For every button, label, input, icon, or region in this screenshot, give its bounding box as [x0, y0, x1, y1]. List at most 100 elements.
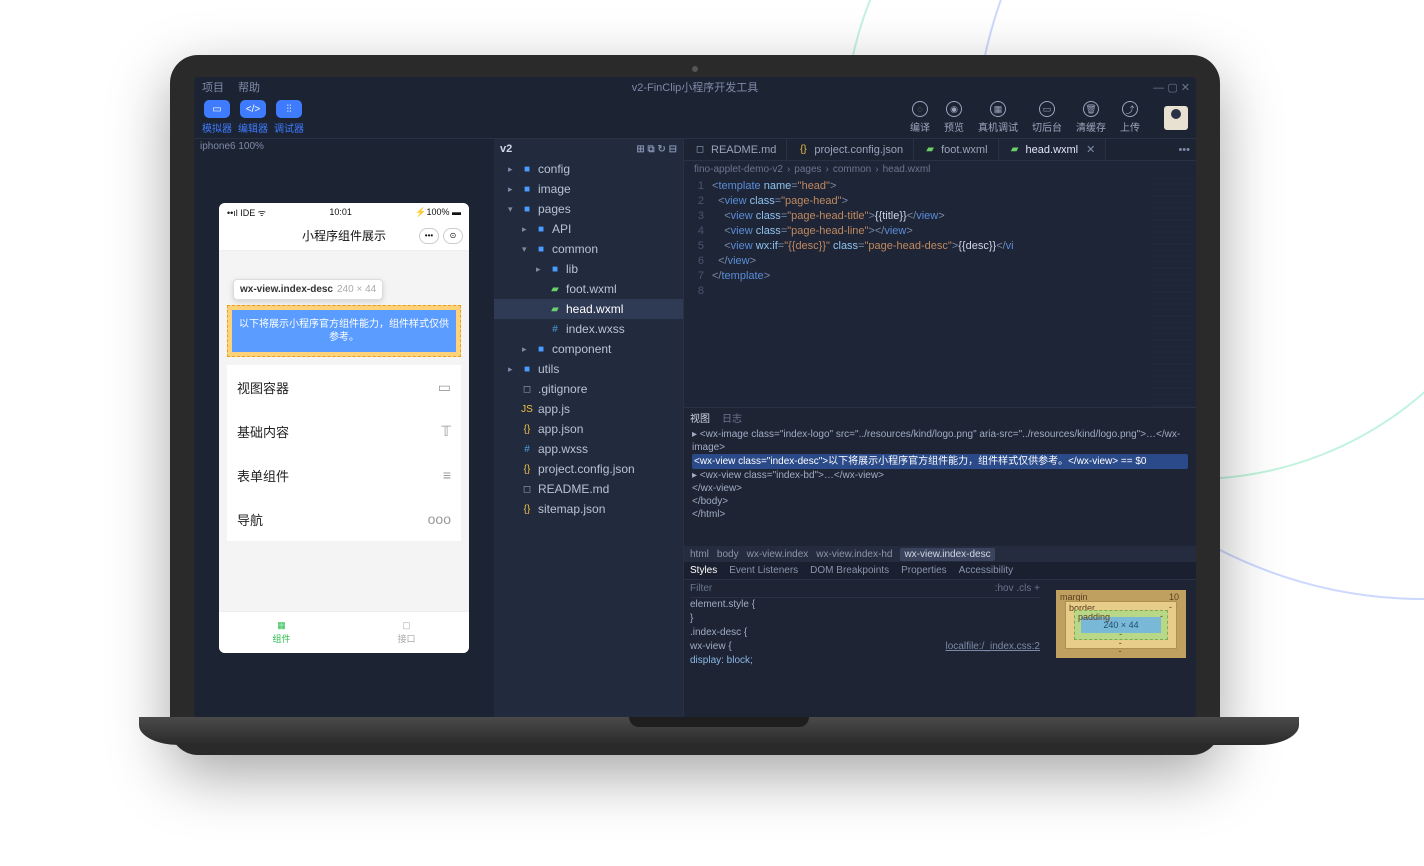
- editor-tab[interactable]: ▰head.wxml✕: [999, 139, 1107, 160]
- mode-simulator[interactable]: ▭模拟器: [202, 100, 232, 135]
- tree-node[interactable]: #index.wxss: [494, 319, 683, 339]
- breadcrumb-item[interactable]: fino-applet-demo-v2: [694, 164, 783, 175]
- file-explorer: v2 ⊞ ⧉ ↻ ⊟ ▸■config▸■image▾■pages▸■API▾■…: [494, 139, 684, 717]
- highlighted-element[interactable]: 以下将展示小程序官方组件能力，组件样式仅供参考。: [227, 305, 461, 357]
- ide-toolbar: ▭模拟器 </>编辑器 ⫶⫶调试器 ◌编译 ◉预览 ▦真机调试 ▭切后台 🗑清缓…: [194, 97, 1196, 139]
- laptop-bezel: 项目 帮助 v2-FinClip小程序开发工具 — ▢ ✕ ▭模拟器 </>编辑…: [170, 55, 1220, 755]
- inspect-tooltip: wx-view.index-desc240 × 44: [233, 279, 383, 300]
- devtools-subtab[interactable]: Styles: [690, 565, 717, 576]
- window-title: v2-FinClip小程序开发工具: [632, 79, 759, 95]
- dom-breadcrumbs: html body wx-view.index wx-view.index-hd wx-…: [684, 546, 1196, 562]
- tree-node[interactable]: ▸■component: [494, 339, 683, 359]
- tool-remote-debug[interactable]: ▦真机调试: [978, 101, 1018, 134]
- devtools-subtab[interactable]: Properties: [901, 565, 947, 576]
- phone-body: wx-view.index-desc240 × 44 以下将展示小程序官方组件能…: [219, 251, 469, 611]
- tree-node[interactable]: {}project.config.json: [494, 459, 683, 479]
- tree-node[interactable]: JSapp.js: [494, 399, 683, 419]
- user-avatar[interactable]: [1164, 106, 1188, 130]
- tool-clear-cache[interactable]: 🗑清缓存: [1076, 101, 1106, 134]
- dom-crumb[interactable]: wx-view.index-hd: [816, 549, 892, 560]
- tree-node[interactable]: ◻README.md: [494, 479, 683, 499]
- tree-node[interactable]: ▰foot.wxml: [494, 279, 683, 299]
- styles-panel[interactable]: Filter :hov .cls + element.style {}.inde…: [684, 580, 1046, 717]
- grid-icon: ▦: [277, 620, 286, 631]
- dom-crumb[interactable]: body: [717, 549, 739, 560]
- breadcrumb-item[interactable]: pages: [794, 164, 821, 175]
- capsule-menu-icon[interactable]: •••: [419, 228, 439, 244]
- ide-menubar: 项目 帮助 v2-FinClip小程序开发工具 — ▢ ✕: [194, 77, 1196, 97]
- editor-tab[interactable]: ◻README.md: [684, 139, 787, 160]
- mode-debugger[interactable]: ⫶⫶调试器: [274, 100, 304, 135]
- phone-list-item[interactable]: 视图容器▭: [227, 365, 461, 409]
- tree-node[interactable]: ▾■common: [494, 239, 683, 259]
- tab-api[interactable]: ▢接口: [344, 612, 469, 653]
- tree-node[interactable]: ▸■utils: [494, 359, 683, 379]
- phone-navbar: 小程序组件展示 ••• ⊙: [219, 221, 469, 251]
- dt-tab-view[interactable]: 视图: [690, 410, 710, 425]
- editor-tab[interactable]: ▰foot.wxml: [914, 139, 998, 160]
- dom-node[interactable]: </html>: [692, 508, 1188, 521]
- menu-help[interactable]: 帮助: [238, 79, 260, 95]
- phone-list-item[interactable]: 基础内容𝕋: [227, 409, 461, 453]
- devtools-subtab[interactable]: Accessibility: [959, 565, 1013, 576]
- mode-editor[interactable]: </>编辑器: [238, 100, 268, 135]
- tool-preview[interactable]: ◉预览: [944, 101, 964, 134]
- ide-screen: 项目 帮助 v2-FinClip小程序开发工具 — ▢ ✕ ▭模拟器 </>编辑…: [194, 77, 1196, 717]
- dom-tree[interactable]: ▸ <wx-image class="index-logo" src="../r…: [684, 426, 1196, 546]
- tree-node[interactable]: ▸■lib: [494, 259, 683, 279]
- dom-node[interactable]: ▸ <wx-view class="index-bd">…</wx-view>: [692, 469, 1188, 482]
- dom-node[interactable]: </wx-view>: [692, 482, 1188, 495]
- window-controls[interactable]: — ▢ ✕: [1153, 81, 1190, 94]
- dom-crumb[interactable]: wx-view.index: [747, 549, 809, 560]
- dom-node[interactable]: </body>: [692, 495, 1188, 508]
- tab-component[interactable]: ▦组件: [219, 612, 344, 653]
- phone-list-item[interactable]: 导航ooo: [227, 497, 461, 541]
- tree-node[interactable]: ▾■pages: [494, 199, 683, 219]
- dom-crumb[interactable]: wx-view.index-desc: [900, 548, 994, 561]
- code-editor[interactable]: 1<template name="head">2 <view class="pa…: [684, 177, 1196, 407]
- styles-filter-controls[interactable]: :hov .cls +: [995, 582, 1040, 596]
- tree-node[interactable]: ◻.gitignore: [494, 379, 683, 399]
- phone-title: 小程序组件展示: [302, 227, 386, 244]
- tabs-overflow[interactable]: •••: [1172, 139, 1196, 160]
- laptop-mockup: 项目 帮助 v2-FinClip小程序开发工具 — ▢ ✕ ▭模拟器 </>编辑…: [170, 55, 1220, 795]
- editor-tabs: ◻README.md{}project.config.json▰foot.wxm…: [684, 139, 1196, 161]
- phone-statusbar: ••ıl IDE ᯤ10:01⚡100% ▬: [219, 203, 469, 221]
- breadcrumb-item[interactable]: head.wxml: [883, 164, 931, 175]
- devtools-panel: 视图 日志 ▸ <wx-image class="index-logo" src…: [684, 407, 1196, 717]
- dom-node[interactable]: ▸ <wx-image class="index-logo" src="../r…: [692, 428, 1188, 454]
- tree-node[interactable]: {}sitemap.json: [494, 499, 683, 519]
- tool-upload[interactable]: ⤴上传: [1120, 101, 1140, 134]
- phone-tabbar: ▦组件 ▢接口: [219, 611, 469, 653]
- tree-node[interactable]: ▰head.wxml: [494, 299, 683, 319]
- tree-node[interactable]: ▸■image: [494, 179, 683, 199]
- editor-breadcrumbs: fino-applet-demo-v2 › pages › common › h…: [684, 161, 1196, 177]
- camera-dot: [692, 66, 698, 72]
- phone-frame: ••ıl IDE ᯤ10:01⚡100% ▬ 小程序组件展示 ••• ⊙ wx-…: [219, 203, 469, 653]
- menu-project[interactable]: 项目: [202, 79, 224, 95]
- tree-node[interactable]: ▸■API: [494, 219, 683, 239]
- styles-filter-input[interactable]: Filter: [690, 582, 712, 596]
- dom-crumb[interactable]: html: [690, 549, 709, 560]
- dom-node[interactable]: <wx-view class="index-desc">以下将展示小程序官方组件…: [692, 454, 1188, 469]
- devtools-sub-tabs: Styles Event Listeners DOM Breakpoints Prop…: [684, 562, 1196, 580]
- capsule-close-icon[interactable]: ⊙: [443, 228, 463, 244]
- editor-tab[interactable]: {}project.config.json: [787, 139, 914, 160]
- chip-icon: ▢: [402, 620, 411, 631]
- tool-compile[interactable]: ◌编译: [910, 101, 930, 134]
- phone-list-item[interactable]: 表单组件≡: [227, 453, 461, 497]
- devtools-subtab[interactable]: Event Listeners: [729, 565, 798, 576]
- editor-column: ◻README.md{}project.config.json▰foot.wxm…: [684, 139, 1196, 717]
- tree-node[interactable]: ▸■config: [494, 159, 683, 179]
- devtools-subtab[interactable]: DOM Breakpoints: [810, 565, 889, 576]
- simulator-device[interactable]: iphone6 100%: [194, 139, 494, 157]
- explorer-root[interactable]: v2: [500, 143, 512, 155]
- tree-node[interactable]: {}app.json: [494, 419, 683, 439]
- laptop-base: [139, 717, 1299, 745]
- breadcrumb-item[interactable]: common: [833, 164, 871, 175]
- minimap[interactable]: [1150, 177, 1196, 407]
- tree-node[interactable]: #app.wxss: [494, 439, 683, 459]
- dt-tab-log[interactable]: 日志: [722, 410, 742, 425]
- tool-background[interactable]: ▭切后台: [1032, 101, 1062, 134]
- explorer-actions[interactable]: ⊞ ⧉ ↻ ⊟: [636, 144, 677, 155]
